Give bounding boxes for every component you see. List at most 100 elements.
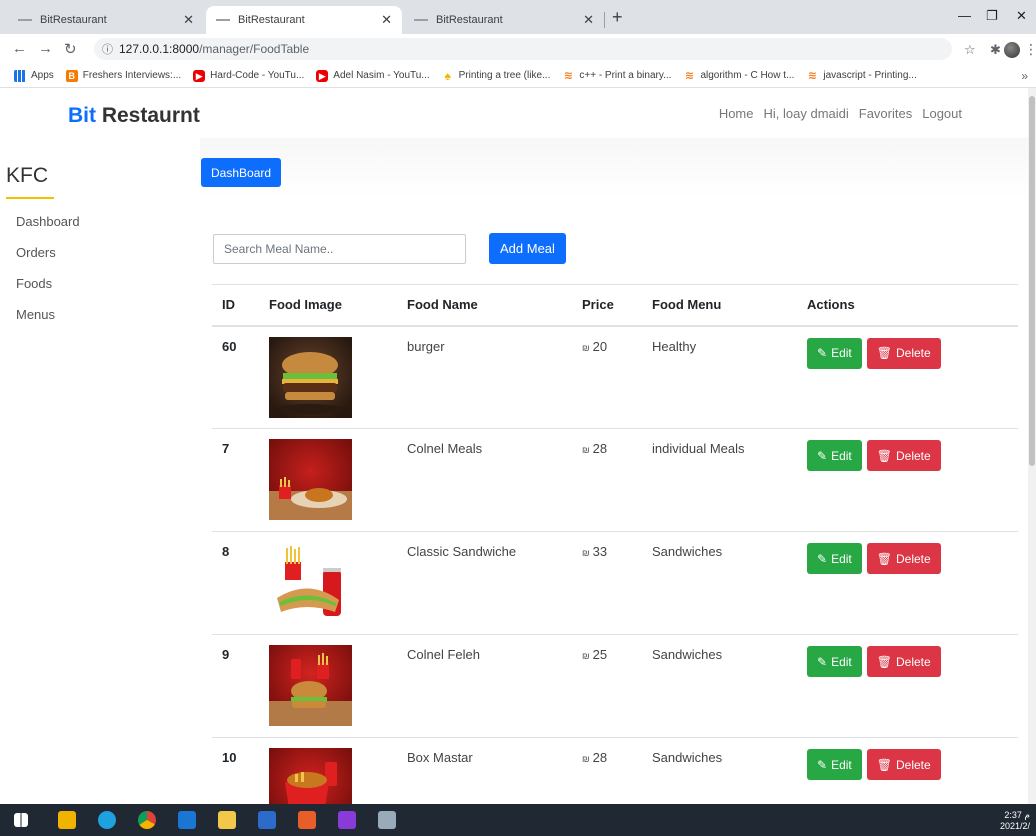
system-clock[interactable]: 2:37 م 2021/2/: [1000, 810, 1030, 832]
youtube-icon: ▶: [316, 69, 329, 82]
food-menu: Healthy: [642, 325, 797, 429]
bookmark-star-icon[interactable]: ☆: [964, 42, 976, 58]
actions-cell: ✎ Edit 🗑 Delete: [797, 325, 1018, 429]
store-icon[interactable]: [58, 811, 76, 829]
phpstorm-icon[interactable]: [338, 811, 356, 829]
food-id: 9: [212, 634, 259, 738]
delete-button[interactable]: 🗑 Delete: [866, 749, 941, 780]
new-tab-plus-icon[interactable]: +: [612, 7, 623, 28]
bookmark-freshers[interactable]: B Freshers Interviews:...: [65, 69, 181, 82]
table-row: 7 Colnel Meals ₪ 28 individual Meals ✎ E…: [212, 428, 1018, 532]
trash-icon: 🗑: [876, 757, 892, 772]
chrome-icon[interactable]: [138, 811, 156, 829]
edge-icon[interactable]: [98, 811, 116, 829]
edit-button[interactable]: ✎ Edit: [807, 543, 862, 574]
back-arrow-icon[interactable]: ←: [12, 40, 27, 57]
browser-tab-3[interactable]: BitRestaurant ✕: [404, 6, 604, 34]
bookmark-hardcode[interactable]: ▶ Hard-Code - YouTu...: [193, 69, 304, 82]
chicken-meal-image: [269, 439, 352, 520]
profile-avatar[interactable]: [1004, 42, 1020, 58]
address-bar[interactable]: ⓘ 127.0.0.1:8000/manager/FoodTable: [94, 38, 952, 60]
food-price: ₪ 25: [572, 634, 642, 738]
edit-button[interactable]: ✎ Edit: [807, 749, 862, 780]
xampp-icon[interactable]: [298, 811, 316, 829]
windows-start-icon[interactable]: [14, 813, 28, 827]
pencil-square-icon: ✎: [817, 757, 828, 772]
main-header-band: [200, 138, 1028, 198]
browser-tab-1[interactable]: BitRestaurant ✕: [8, 6, 204, 34]
app-icon[interactable]: [258, 811, 276, 829]
extensions-puzzle-icon[interactable]: ✱: [990, 42, 1001, 58]
browser-toolbar: ← → ↻ ⓘ 127.0.0.1:8000/manager/FoodTable…: [0, 34, 1036, 64]
app-icon[interactable]: [378, 811, 396, 829]
bookmark-javascript[interactable]: ≋ javascript - Printing...: [806, 70, 917, 82]
shekel-icon: ₪: [582, 754, 590, 764]
edit-button[interactable]: ✎ Edit: [807, 440, 862, 471]
bookmark-apps[interactable]: Apps: [14, 69, 54, 82]
page-scrollbar[interactable]: [1028, 88, 1036, 804]
nav-link-user[interactable]: Hi, loay dmaidi: [764, 106, 849, 121]
table-row: 60 burger ₪ 20 Healthy ✎ Edit 🗑 Delete: [212, 325, 1018, 429]
nav-link-logout[interactable]: Logout: [922, 106, 962, 121]
scrollbar-thumb[interactable]: [1029, 96, 1035, 466]
close-icon[interactable]: ✕: [583, 12, 594, 28]
bookmark-adel[interactable]: ▶ Adel Nasim - YouTu...: [316, 69, 430, 82]
sidebar-item-orders[interactable]: Orders: [16, 245, 80, 276]
browser-tab-2-active[interactable]: BitRestaurant ✕: [206, 6, 402, 34]
food-name: Box Mastar: [397, 737, 572, 804]
food-name: Classic Sandwiche: [397, 531, 572, 635]
actions-cell: ✎ Edit 🗑 Delete: [797, 737, 1018, 804]
sidebar-item-menus[interactable]: Menus: [16, 307, 80, 338]
table-row: 10 Box Mastar ₪ 28 Sandwiches ✎ Edit 🗑 D…: [212, 737, 1018, 804]
bookmark-tree[interactable]: ♠ Printing a tree (like...: [442, 70, 550, 82]
bookmark-algorithm[interactable]: ≋ algorithm - C How t...: [683, 70, 795, 82]
dashboard-button[interactable]: DashBoard: [201, 158, 282, 187]
bookmark-cpp[interactable]: ≋ c++ - Print a binary...: [562, 69, 672, 82]
brand-logo[interactable]: Bit Restaurnt: [68, 104, 200, 128]
mail-icon[interactable]: [178, 811, 196, 829]
file-explorer-icon[interactable]: [218, 811, 236, 829]
food-id: 7: [212, 428, 259, 532]
food-name: Colnel Meals: [397, 428, 572, 532]
delete-button[interactable]: 🗑 Delete: [866, 646, 941, 677]
reload-icon[interactable]: ↻: [64, 40, 77, 58]
trash-icon: 🗑: [876, 448, 892, 463]
close-icon[interactable]: ✕: [381, 12, 392, 28]
table-row: 8 Classic Sandwiche ₪ 33 Sandwiches ✎ Ed…: [212, 531, 1018, 635]
column-header-actions: Actions: [797, 284, 1018, 327]
food-name: burger: [397, 325, 572, 429]
delete-button[interactable]: 🗑 Delete: [866, 440, 941, 471]
sidebar-item-foods[interactable]: Foods: [16, 276, 80, 307]
shekel-icon: ₪: [582, 445, 590, 455]
pencil-square-icon: ✎: [817, 654, 828, 669]
add-meal-button[interactable]: Add Meal: [489, 233, 566, 264]
close-icon[interactable]: ✕: [183, 12, 194, 28]
food-menu: Sandwiches: [642, 634, 797, 738]
sidebar-item-dashboard[interactable]: Dashboard: [16, 214, 80, 245]
delete-button[interactable]: 🗑 Delete: [866, 543, 941, 574]
apps-grid-icon: [14, 69, 26, 82]
web-page: Bit Restaurnt Home Hi, loay dmaidi Favor…: [0, 88, 1028, 804]
burger-image: [269, 336, 352, 418]
minimize-icon[interactable]: —: [958, 8, 971, 23]
sandwich-cola-image: [269, 542, 352, 623]
edit-button[interactable]: ✎ Edit: [807, 337, 862, 369]
stackoverflow-icon: ≋: [563, 69, 573, 82]
nav-link-home[interactable]: Home: [719, 106, 754, 121]
window-close-icon[interactable]: ✕: [1016, 8, 1027, 24]
tab-favicon-icon: [414, 19, 428, 21]
burger-red-image: [269, 645, 352, 726]
more-bookmarks-icon[interactable]: »: [1021, 69, 1028, 83]
restore-icon[interactable]: ❐: [986, 8, 998, 24]
info-icon[interactable]: ⓘ: [102, 41, 113, 57]
site-navbar: Bit Restaurnt Home Hi, loay dmaidi Favor…: [0, 88, 1028, 138]
nav-link-favorites[interactable]: Favorites: [859, 106, 912, 121]
delete-button[interactable]: 🗑 Delete: [866, 337, 941, 369]
shekel-icon: ₪: [582, 651, 590, 661]
search-meal-input[interactable]: [213, 234, 466, 264]
more-options-icon[interactable]: ⋮: [1024, 41, 1036, 58]
sidebar-menu: Dashboard Orders Foods Menus: [16, 214, 80, 338]
shekel-icon: ₪: [582, 342, 590, 353]
forward-arrow-icon[interactable]: →: [38, 40, 53, 57]
edit-button[interactable]: ✎ Edit: [807, 646, 862, 677]
